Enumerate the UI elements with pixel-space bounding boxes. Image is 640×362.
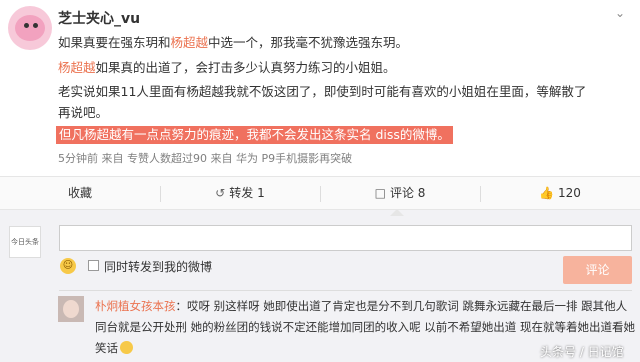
text-segment: 如果真要在强东玥和	[58, 35, 171, 50]
favorite-button[interactable]: 收藏	[0, 177, 160, 210]
weibo-post: 芝士夹心_vu ⌄ 如果真要在强东玥和杨超越中选一个，那我毫不犹豫选强东玥。 杨…	[0, 0, 640, 176]
comment-text-line: 同台就是公开处刑 她的粉丝团的钱说不定还能增加同团的收入呢 以前不希望她出道 现…	[95, 320, 635, 334]
comment-pointer-arrow	[390, 209, 404, 216]
avatar-face	[63, 300, 79, 318]
like-count: 120	[558, 186, 581, 200]
chevron-down-icon[interactable]: ⌄	[612, 6, 628, 20]
submit-comment-button[interactable]: 评论	[563, 256, 632, 284]
repost-checkbox[interactable]	[88, 260, 99, 271]
thumbs-up-icon: 👍	[539, 186, 555, 200]
repost-label: 转发 1	[229, 186, 265, 200]
post-text-line: 如果真要在强东玥和杨超越中选一个，那我毫不犹豫选强东玥。	[58, 34, 408, 52]
comment-label: 评论 8	[389, 186, 426, 200]
post-meta: 5分钟前 来自 专赞人数超过90 来自 华为 P9手机摄影再突破	[58, 152, 353, 165]
text-segment: 如果真的出道了，会打击多少认真努力练习的小姐姐。	[95, 60, 396, 75]
avatar-eye	[33, 23, 38, 28]
comment-icon: □	[374, 186, 386, 200]
post-text-line: 老实说如果11人里面有杨超越我就不饭这团了，即使到时可能有喜欢的小姐姐在里面，等…	[58, 84, 587, 99]
repost-checkbox-label: 同时转发到我的微博	[104, 260, 213, 274]
avatar-eye	[24, 23, 29, 28]
comment-text: ：哎呀 别这样呀 她即使出道了肯定也是分不到几句歌词 跳舞永远藏在最后一排 跟其…	[175, 299, 628, 313]
comment-text-line: 朴炯植女孩本孩：哎呀 别这样呀 她即使出道了肯定也是分不到几句歌词 跳舞永远藏在…	[95, 298, 627, 314]
commenter-avatar[interactable]	[58, 296, 84, 322]
comment-text: 笑话	[95, 341, 118, 355]
my-avatar: 今日头条	[9, 226, 41, 258]
commenter-name[interactable]: 朴炯植女孩本孩	[95, 299, 176, 313]
comment-input[interactable]	[59, 225, 632, 251]
repost-button[interactable]: ↺ 转发 1	[160, 177, 320, 210]
text-segment: 中选一个，那我毫不犹豫选强东玥。	[208, 35, 409, 50]
post-username[interactable]: 芝士夹心_vu	[58, 8, 140, 28]
post-text-line: 杨超越如果真的出道了，会打击多少认真努力练习的小姐姐。	[58, 59, 396, 77]
user-avatar[interactable]	[8, 6, 52, 50]
mention-link[interactable]: 杨超越	[171, 35, 209, 50]
repost-icon: ↺	[215, 186, 226, 200]
comment-button[interactable]: □ 评论 8	[320, 177, 480, 210]
action-bar: 收藏 ↺ 转发 1 □ 评论 8 👍 120	[0, 176, 640, 210]
like-button[interactable]: 👍 120	[480, 177, 640, 210]
favorite-label: 收藏	[67, 186, 92, 200]
post-text-line: 再说吧。	[58, 105, 109, 120]
avatar-text: 今日头条	[11, 238, 39, 246]
highlighted-text-line: 但凡杨超越有一点点努力的痕迹，我都不会发出这条实名 diss的微博。	[56, 126, 453, 144]
mention-link[interactable]: 杨超越	[58, 60, 96, 75]
divider	[59, 290, 632, 291]
watermark: 头条号 / 日记馆	[540, 345, 624, 359]
grin-emoji-icon	[120, 341, 133, 354]
smiley-icon[interactable]: ☺	[60, 258, 76, 274]
avatar-face	[15, 15, 45, 41]
comment-text-line: 笑话	[95, 340, 133, 356]
